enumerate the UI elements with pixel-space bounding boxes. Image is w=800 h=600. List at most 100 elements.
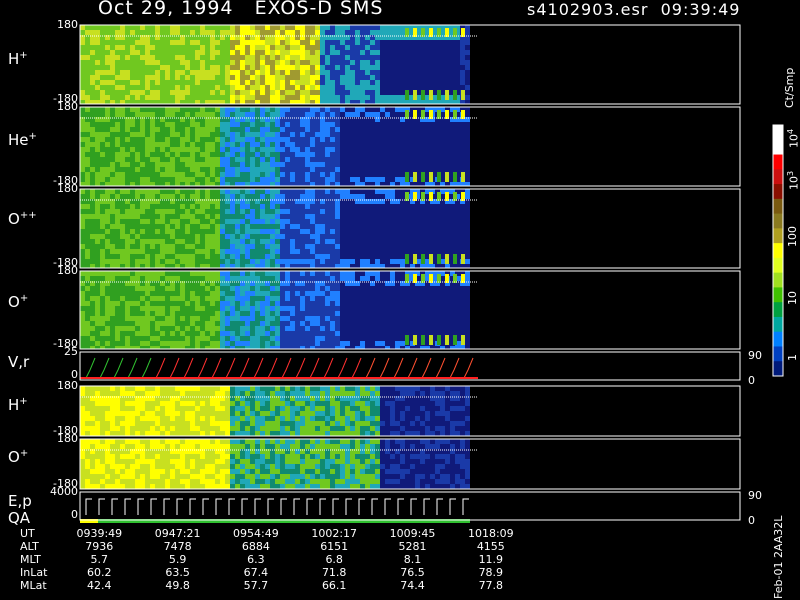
heatmap-cell	[460, 40, 465, 45]
heatmap-cell	[145, 60, 150, 65]
heatmap-cell	[140, 321, 145, 326]
heatmap-cell	[255, 301, 260, 306]
heatmap-cell	[430, 219, 435, 224]
heatmap-cell	[365, 204, 370, 209]
heatmap-cell	[265, 137, 270, 142]
heatmap-cell	[230, 152, 235, 157]
heatmap-cell	[290, 112, 295, 117]
heatmap-cell	[270, 177, 275, 182]
heatmap-cell	[330, 172, 335, 177]
heatmap-cell	[170, 276, 175, 281]
heatmap-cell	[405, 162, 410, 167]
heatmap-cell	[225, 296, 230, 301]
heatmap-cell	[125, 142, 130, 147]
heatmap-cell	[275, 276, 280, 281]
heatmap-cell	[175, 281, 180, 286]
heatmap-cell	[170, 234, 175, 239]
heatmap-cell	[455, 224, 460, 229]
heatmap-cell	[160, 25, 165, 30]
heatmap-cell	[100, 311, 105, 316]
heatmap-cell	[110, 142, 115, 147]
heatmap-cell	[120, 336, 125, 341]
heatmap-cell	[335, 172, 340, 177]
heatmap-cell	[195, 281, 200, 286]
heatmap-cell	[410, 286, 415, 291]
heatmap-cell	[210, 321, 215, 326]
heatmap-cell	[260, 100, 265, 104]
heatmap-cell	[285, 291, 290, 296]
heatmap-cell	[215, 127, 220, 132]
heatmap-cell	[130, 291, 135, 296]
heatmap-cell	[225, 122, 230, 127]
heatmap-cell	[95, 219, 100, 224]
heatmap-cell	[410, 296, 415, 301]
burst-mark	[437, 90, 441, 100]
heatmap-cell	[315, 157, 320, 162]
heatmap-cell	[410, 264, 415, 268]
heatmap-cell	[315, 95, 320, 100]
heatmap-cell	[165, 142, 170, 147]
heatmap-cell	[290, 219, 295, 224]
heatmap-cell	[195, 291, 200, 296]
heatmap-cell	[150, 75, 155, 80]
heatmap-cell	[155, 224, 160, 229]
heatmap-cell	[255, 50, 260, 55]
heatmap-cell	[370, 112, 375, 117]
heatmap-cell	[125, 75, 130, 80]
heatmap-cell	[305, 249, 310, 254]
heatmap-cell	[155, 286, 160, 291]
heatmap-cell	[210, 239, 215, 244]
heatmap-cell	[215, 60, 220, 65]
heatmap-cell	[250, 321, 255, 326]
heatmap-cell	[330, 311, 335, 316]
heatmap-cell	[225, 147, 230, 152]
heatmap-cell	[350, 172, 355, 177]
heatmap-cell	[215, 224, 220, 229]
heatmap-cell	[170, 122, 175, 127]
heatmap-cell	[300, 127, 305, 132]
heatmap-cell	[365, 224, 370, 229]
heatmap-cell	[175, 167, 180, 172]
heatmap-cell	[120, 65, 125, 70]
heatmap-cell	[465, 214, 470, 219]
heatmap-cell	[115, 162, 120, 167]
heatmap-cell	[445, 85, 450, 90]
heatmap-cell	[465, 50, 470, 55]
heatmap-cell	[365, 259, 370, 264]
heatmap-cell	[240, 341, 245, 346]
heatmap-cell	[340, 147, 345, 152]
heatmap-cell	[230, 286, 235, 291]
heatmap-cell	[435, 234, 440, 239]
heatmap-cell	[205, 40, 210, 45]
heatmap-cell	[320, 204, 325, 209]
heatmap-cell	[380, 25, 385, 30]
heatmap-cell	[175, 117, 180, 122]
heatmap-cell	[320, 60, 325, 65]
heatmap-cell	[270, 301, 275, 306]
heatmap-cell	[260, 189, 265, 194]
heatmap-cell	[265, 172, 270, 177]
heatmap-cell	[240, 157, 245, 162]
heatmap-cell	[95, 112, 100, 117]
heatmap-cell	[330, 259, 335, 264]
heatmap-cell	[390, 316, 395, 321]
heatmap-cell	[215, 100, 220, 104]
heatmap-cell	[405, 40, 410, 45]
heatmap-cell	[240, 162, 245, 167]
heatmap-cell	[245, 209, 250, 214]
heatmap-cell	[125, 65, 130, 70]
heatmap-cell	[270, 122, 275, 127]
heatmap-cell	[385, 234, 390, 239]
heatmap-cell	[80, 276, 85, 281]
heatmap-cell	[105, 254, 110, 259]
heatmap-cell	[335, 229, 340, 234]
heatmap-cell	[180, 162, 185, 167]
heatmap-cell	[370, 286, 375, 291]
heatmap-cell	[140, 55, 145, 60]
heatmap-cell	[275, 147, 280, 152]
heatmap-cell	[275, 177, 280, 182]
heatmap-cell	[250, 276, 255, 281]
heatmap-cell	[200, 336, 205, 341]
heatmap-cell	[255, 157, 260, 162]
heatmap-cell	[165, 311, 170, 316]
